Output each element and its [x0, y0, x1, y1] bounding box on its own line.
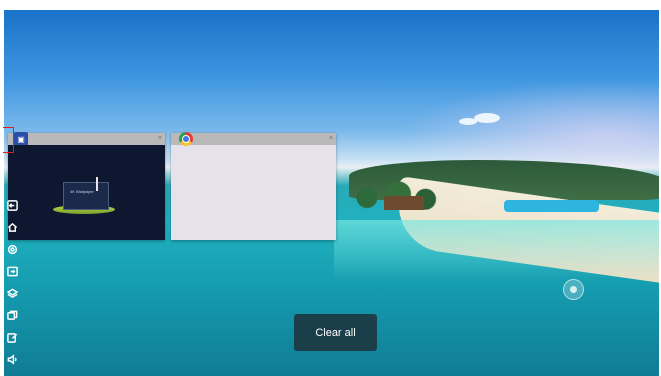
layers-icon[interactable]: [5, 285, 19, 302]
task-card-header[interactable]: ▣ ×: [8, 132, 165, 146]
settings-icon[interactable]: [5, 241, 19, 258]
recent-task-card[interactable]: ×: [171, 132, 336, 240]
left-toolbar: [4, 197, 20, 372]
chrome-icon: [179, 132, 193, 146]
sky-haze: [399, 80, 659, 170]
app-icon: ▣: [14, 132, 28, 146]
task-card-preview[interactable]: [171, 145, 336, 240]
selection-highlight: [3, 127, 14, 153]
task-card-preview[interactable]: 4K Wallpaper: [8, 145, 165, 240]
floating-ball-icon[interactable]: [563, 279, 584, 300]
close-icon[interactable]: ×: [329, 133, 333, 145]
clear-all-button[interactable]: Clear all: [294, 314, 377, 351]
preview-monitor: 4K Wallpaper: [63, 182, 109, 210]
windows-icon[interactable]: [5, 307, 19, 324]
cloud: [474, 113, 500, 123]
preview-monitor-text: 4K Wallpaper: [70, 189, 94, 194]
annotate-icon[interactable]: [5, 329, 19, 346]
shallow-water: [334, 220, 659, 280]
input-source-icon[interactable]: [5, 263, 19, 280]
preview-flagpole: [96, 177, 98, 191]
pool: [504, 200, 599, 212]
home-icon[interactable]: [5, 219, 19, 236]
task-card-header[interactable]: ×: [171, 132, 336, 146]
cloud: [459, 118, 477, 125]
exit-icon[interactable]: [5, 197, 19, 214]
beach-hut: [384, 196, 424, 210]
recent-task-card[interactable]: ▣ × 4K Wallpaper: [8, 132, 165, 240]
volume-icon[interactable]: [5, 351, 19, 368]
close-icon[interactable]: ×: [158, 133, 162, 145]
